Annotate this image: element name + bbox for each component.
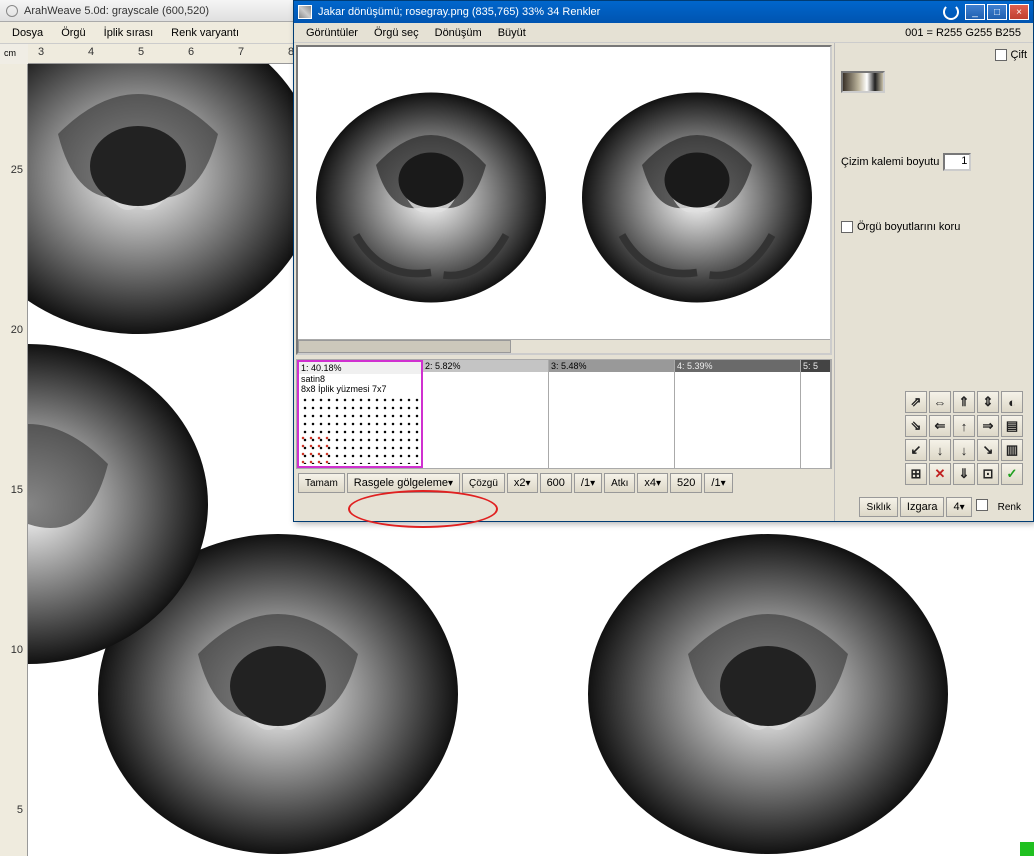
color-checkbox[interactable] [976,499,988,511]
menu-orgu-sec[interactable]: Örgü seç [366,25,427,41]
center-icon[interactable]: ⊡ [977,463,999,485]
scroll-thumb[interactable] [298,340,511,353]
ok-button[interactable]: Tamam [298,473,345,493]
palette-swatch[interactable] [841,71,885,93]
menu-goruntuler[interactable]: Görüntüler [298,25,366,41]
dialog-titlebar[interactable]: Jakar dönüşümü; rosegray.png (835,765) 3… [294,1,1033,23]
warp-button[interactable]: Çözgü [462,473,505,493]
double-up-icon[interactable]: ⇑ [953,391,975,413]
contrast-icon[interactable]: ◐ [1001,391,1023,413]
arrow-dr-icon[interactable]: ↘ [977,439,999,461]
swirl-icon [943,4,959,20]
flip-h-icon[interactable]: ⇔ [929,391,951,413]
bottom-right-toolbar: Sıklık Izgara 4 ▾ Renk [859,497,1027,517]
delete-icon[interactable]: ✕ [929,463,951,485]
step-up-icon[interactable]: ⇗ [905,391,927,413]
grid-icon[interactable]: ⊞ [905,463,927,485]
grid-size[interactable]: 4 ▾ [946,497,971,517]
keep-checkbox[interactable] [841,221,853,233]
cift-label: Çift [1011,49,1028,61]
weave-cell-5[interactable]: 5: 5 [801,360,831,468]
menu-renk[interactable]: Renk varyantı [163,25,247,41]
pen-size-input[interactable]: 1 [943,153,971,171]
weave-info: 8x8 İplik yüzmesi 7x7 [299,384,421,394]
shading-dropdown[interactable]: Rasgele gölgeleme ▾ [347,473,460,493]
preview-rose [572,60,822,340]
keep-label: Örgü boyutlarını koru [857,221,960,233]
weft-button[interactable]: Atkı [604,473,635,493]
warp-div[interactable]: /1 ▾ [574,473,602,493]
double-down-icon[interactable]: ⇓ [953,463,975,485]
weft-count[interactable]: 520 [670,473,702,493]
weft-div[interactable]: /1 ▾ [704,473,732,493]
resize-grip[interactable] [1020,842,1034,856]
color-status: 001 = R255 G255 B255 [905,27,1029,39]
maximize-button[interactable]: □ [987,4,1007,20]
window-controls: _ □ × [965,4,1029,20]
dialog-toolbar: Tamam Rasgele gölgeleme ▾ Çözgü x2 ▾ 600… [294,471,834,495]
weave-pct: 1: 40.18% [299,362,421,374]
warp-count[interactable]: 600 [540,473,572,493]
flip-v-icon[interactable]: ⇕ [977,391,999,413]
ruler-left: 25 20 15 10 5 [0,64,28,856]
x2-dropdown[interactable]: x2 ▾ [507,473,538,493]
preview-rose [306,60,556,340]
menu-dosya[interactable]: Dosya [4,25,51,41]
weave-cell-1[interactable]: 1: 40.18% satin8 8x8 İplik yüzmesi 7x7 [297,360,423,468]
menu-buyut[interactable]: Büyüt [490,25,534,41]
pen-size-label: Çizim kalemi boyutu [841,156,939,168]
ruler-unit: cm [4,48,16,58]
arrow-up-icon[interactable]: ↑ [953,415,975,437]
arrow-down2-icon[interactable]: ↓ [953,439,975,461]
weave-cell-2[interactable]: 2: 5.82% [423,360,549,468]
arrow-dl-icon[interactable]: ↙ [905,439,927,461]
close-button[interactable]: × [1009,4,1029,20]
weave-row: 1: 40.18% satin8 8x8 İplik yüzmesi 7x7 2… [296,359,832,469]
app-icon [6,5,18,17]
menu-orgu[interactable]: Örgü [53,25,93,41]
step-down-icon[interactable]: ⇘ [905,415,927,437]
grid-button[interactable]: Izgara [900,497,945,517]
dialog-icon [298,5,312,19]
cift-checkbox[interactable] [995,49,1007,61]
menu-donusum[interactable]: Dönüşüm [427,25,490,41]
transform-icon-grid: ⇗ ⇔ ⇑ ⇕ ◐ ⇘ ⇐ ↑ ⇒ ▤ ↙ ↓ ↓ ↘ ▥ ⊞ ✕ ⇓ ⊡ ✓ [905,391,1023,485]
menu-iplik[interactable]: İplik sırası [96,25,162,41]
rose-tile [538,494,998,856]
weave-name: satin8 [299,374,421,384]
preview-scrollbar[interactable] [298,339,830,353]
cols-icon[interactable]: ▥ [1001,439,1023,461]
weave-cell-4[interactable]: 4: 5.39% [675,360,801,468]
x4-dropdown[interactable]: x4 ▾ [637,473,668,493]
minimize-button[interactable]: _ [965,4,985,20]
double-left-icon[interactable]: ⇐ [929,415,951,437]
color-label: Renk [992,497,1027,517]
arrow-down-icon[interactable]: ↓ [929,439,951,461]
dialog-right-panel: Çift Çizim kalemi boyutu 1 Örgü boyutlar… [834,43,1033,521]
dialog-title: Jakar dönüşümü; rosegray.png (835,765) 3… [318,6,937,18]
density-button[interactable]: Sıklık [859,497,897,517]
preview-area[interactable] [296,45,832,355]
apply-icon[interactable]: ✓ [1001,463,1023,485]
weave-pattern [301,396,419,464]
double-right-icon[interactable]: ⇒ [977,415,999,437]
jacquard-dialog: Jakar dönüşümü; rosegray.png (835,765) 3… [293,0,1034,522]
rose-tile [28,304,258,704]
weave-cell-3[interactable]: 3: 5.48% [549,360,675,468]
main-title: ArahWeave 5.0d: grayscale (600,520) [24,5,209,17]
dialog-menubar: Görüntüler Örgü seç Dönüşüm Büyüt 001 = … [294,23,1033,43]
rows-icon[interactable]: ▤ [1001,415,1023,437]
